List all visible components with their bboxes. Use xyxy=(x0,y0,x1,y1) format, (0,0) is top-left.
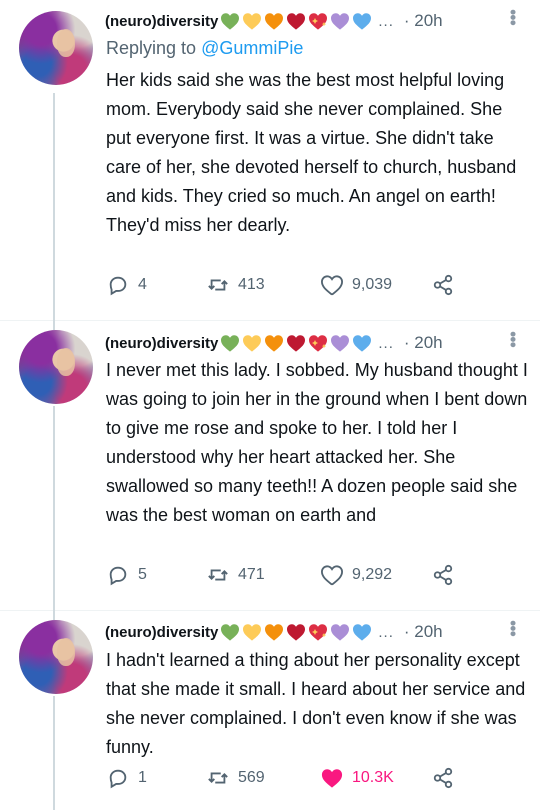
display-name[interactable]: (neuro)diversity xyxy=(105,624,218,641)
retweet-button[interactable]: 471 xyxy=(207,564,265,586)
more-options-icon[interactable]: ••• xyxy=(502,620,523,636)
more-options-icon[interactable]: ••• xyxy=(502,9,523,25)
reply-handle-link[interactable]: @GummiPie xyxy=(201,38,303,58)
retweet-icon xyxy=(208,279,228,291)
share-button[interactable] xyxy=(432,274,454,296)
purple-heart-icon xyxy=(330,12,350,30)
thread-line xyxy=(53,320,55,330)
more-options-icon[interactable]: ••• xyxy=(502,331,523,347)
reply-icon xyxy=(109,276,127,296)
yellow-heart-icon xyxy=(242,334,262,352)
like-count: 9,039 xyxy=(352,276,393,293)
reply-button[interactable]: 1 xyxy=(107,767,147,789)
name-truncation: ... xyxy=(378,12,394,30)
tweet-actions: 4 413 9,039 xyxy=(107,274,507,300)
like-count: 9,292 xyxy=(352,566,393,583)
like-count: 10.3K xyxy=(352,769,394,786)
blue-heart-icon xyxy=(352,334,372,352)
display-name[interactable]: (neuro)diversity xyxy=(105,13,218,30)
purple-heart-icon xyxy=(330,334,350,352)
yellow-heart-icon xyxy=(242,623,262,641)
tweet-header: (neuro)diversity ... · 20h ••• xyxy=(105,618,525,646)
green-heart-icon xyxy=(220,12,240,30)
timestamp[interactable]: · 20h xyxy=(404,11,443,31)
retweet-button[interactable]: 413 xyxy=(207,274,265,296)
tweet-3[interactable]: (neuro)diversity ... · 20h ••• I hadn't … xyxy=(0,610,540,810)
red-heart-icon xyxy=(286,623,306,641)
reply-button[interactable]: 4 xyxy=(107,274,147,296)
purple-heart-icon xyxy=(330,623,350,641)
sparkling-heart-icon xyxy=(308,12,328,30)
name-emoji-hearts xyxy=(220,334,372,352)
share-icon xyxy=(433,274,453,296)
like-icon xyxy=(321,274,343,296)
tweet-1[interactable]: (neuro)diversity ... · 20h ••• Replying … xyxy=(0,0,540,320)
red-heart-icon xyxy=(286,12,306,30)
tweet-text: I hadn't learned a thing about her perso… xyxy=(106,650,526,757)
share-button[interactable] xyxy=(432,767,454,789)
avatar[interactable] xyxy=(19,11,93,85)
orange-heart-icon xyxy=(264,12,284,30)
like-button[interactable]: 10.3K xyxy=(321,767,394,789)
tweet-text: Her kids said she was the best most help… xyxy=(106,70,517,235)
timestamp[interactable]: · 20h xyxy=(404,622,443,642)
name-truncation: ... xyxy=(378,623,394,641)
replying-to: Replying to @GummiPie xyxy=(106,38,303,59)
retweet-count: 471 xyxy=(238,566,265,583)
sparkling-heart-icon xyxy=(308,334,328,352)
reply-button[interactable]: 5 xyxy=(107,564,147,586)
tweet-actions: 1 569 10.3K xyxy=(107,767,507,793)
yellow-heart-icon xyxy=(242,12,262,30)
green-heart-icon xyxy=(220,334,240,352)
tweet-actions: 5 471 9,292 xyxy=(107,564,507,590)
reply-count: 5 xyxy=(138,566,147,583)
reply-count: 4 xyxy=(138,276,147,293)
green-heart-icon xyxy=(220,623,240,641)
blue-heart-icon xyxy=(352,12,372,30)
share-button[interactable] xyxy=(432,564,454,586)
display-name[interactable]: (neuro)diversity xyxy=(105,335,218,352)
reply-icon xyxy=(109,566,127,586)
orange-heart-icon xyxy=(264,334,284,352)
red-heart-icon xyxy=(286,334,306,352)
timestamp[interactable]: · 20h xyxy=(404,333,443,353)
like-button[interactable]: 9,292 xyxy=(321,564,392,586)
avatar[interactable] xyxy=(19,620,93,694)
tweet-text: I never met this lady. I sobbed. My husb… xyxy=(106,360,528,525)
orange-heart-icon xyxy=(264,623,284,641)
thread-line xyxy=(53,610,55,620)
avatar[interactable] xyxy=(19,330,93,404)
reply-icon xyxy=(109,769,127,789)
share-icon xyxy=(433,767,453,789)
tweet-2[interactable]: (neuro)diversity ... · 20h ••• I never m… xyxy=(0,320,540,610)
thread-line xyxy=(53,696,55,810)
reply-count: 1 xyxy=(138,769,147,786)
name-emoji-hearts xyxy=(220,623,372,641)
blue-heart-icon xyxy=(352,623,372,641)
replying-to-label: Replying to xyxy=(106,38,202,58)
share-icon xyxy=(433,564,453,586)
name-emoji-hearts xyxy=(220,12,372,30)
thread-line xyxy=(53,93,55,320)
retweet-icon xyxy=(208,569,228,581)
retweet-icon xyxy=(208,772,228,784)
retweet-count: 569 xyxy=(238,769,265,786)
like-icon-filled xyxy=(321,767,343,789)
tweet-header: (neuro)diversity ... · 20h ••• xyxy=(105,329,525,357)
retweet-count: 413 xyxy=(238,276,265,293)
like-button[interactable]: 9,039 xyxy=(321,274,392,296)
sparkling-heart-icon xyxy=(308,623,328,641)
thread-line xyxy=(53,406,55,610)
like-icon xyxy=(321,564,343,586)
tweet-header: (neuro)diversity ... · 20h ••• xyxy=(105,7,525,35)
name-truncation: ... xyxy=(378,334,394,352)
retweet-button[interactable]: 569 xyxy=(207,767,265,789)
